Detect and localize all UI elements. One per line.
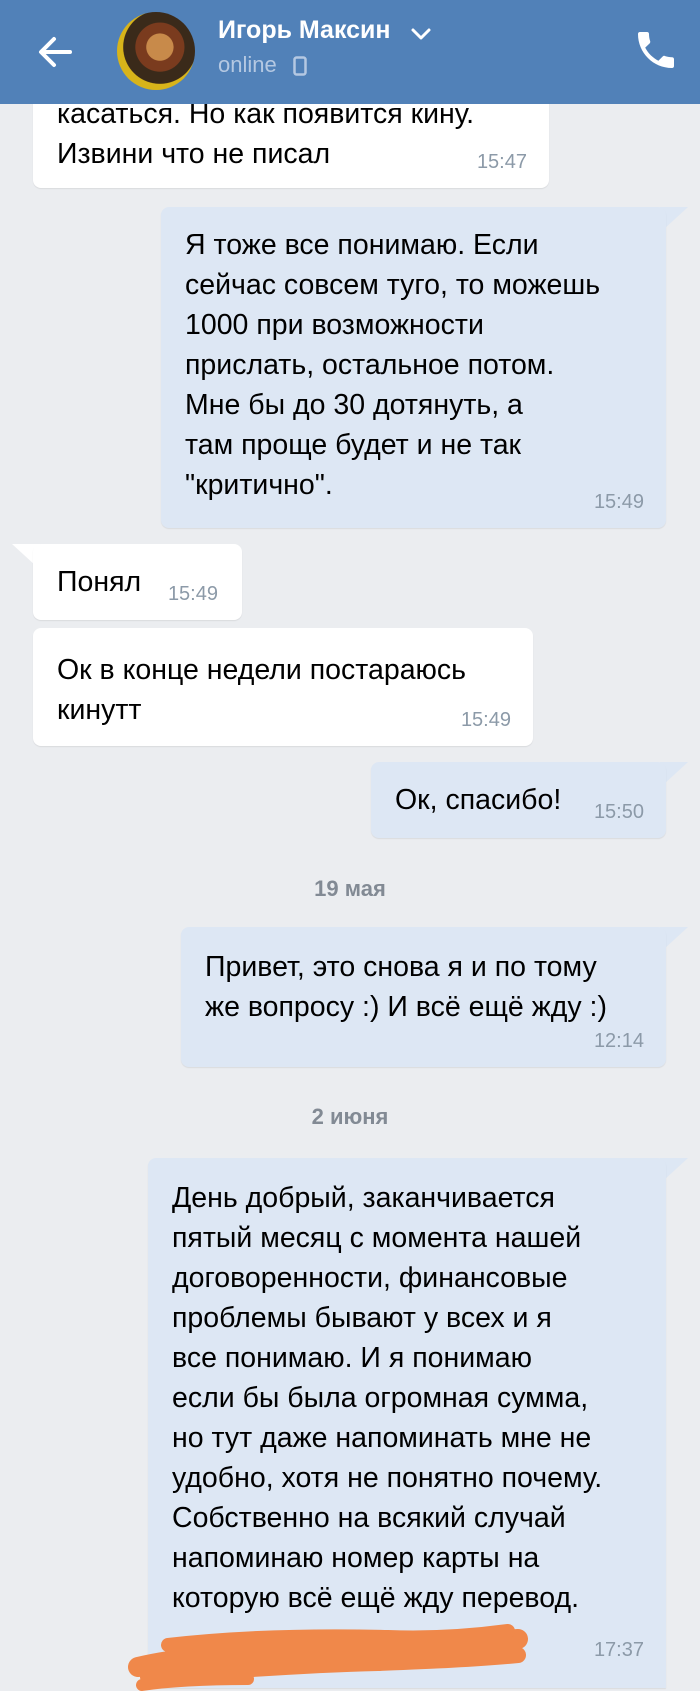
- arrow-left-icon: [39, 37, 72, 67]
- message-time: 15:49: [460, 709, 511, 731]
- message-time: 15:47: [476, 151, 527, 173]
- contact-name[interactable]: Игорь Максин: [218, 16, 391, 45]
- message-text: Я тоже все понимаю. Если сейчас совсем т…: [185, 229, 601, 501]
- chevron-down-icon[interactable]: [410, 26, 432, 42]
- message-text: Ок в конце недели постараюсь кинутт: [57, 654, 467, 726]
- phone-icon: [638, 32, 674, 68]
- message-bubble-incoming[interactable]: Ок в конце недели постараюсь кинутт 15:4…: [33, 628, 533, 746]
- mobile-device-icon: [293, 56, 307, 76]
- message-text: Привет, это снова я и по тому же вопросу…: [205, 951, 607, 1023]
- message-text: Понял: [57, 566, 142, 598]
- message-text: Ок, спасибо!: [395, 784, 562, 816]
- date-separator: 2 июня: [311, 1104, 389, 1129]
- message-time: 12:14: [593, 1030, 644, 1052]
- message-time: 15:49: [167, 583, 218, 605]
- message-time: 15:50: [593, 801, 644, 823]
- message-text: касаться. Но как появится кину. Извини ч…: [57, 98, 475, 170]
- redaction-scribble: [128, 1624, 528, 1691]
- message-time: 15:49: [593, 491, 644, 513]
- back-button[interactable]: [30, 26, 82, 78]
- message-text: День добрый, заканчивается пятый месяц с…: [172, 1182, 603, 1614]
- avatar[interactable]: [117, 12, 195, 90]
- date-separator: 19 мая: [314, 876, 386, 901]
- message-bubble-outgoing[interactable]: Привет, это снова я и по тому же вопросу…: [181, 927, 666, 1067]
- message-bubble-incoming[interactable]: Понял 15:49: [33, 544, 242, 620]
- message-time: 17:37: [593, 1639, 644, 1661]
- message-bubble-outgoing[interactable]: Я тоже все понимаю. Если сейчас совсем т…: [161, 207, 666, 528]
- call-button[interactable]: [632, 26, 680, 74]
- message-bubble-outgoing[interactable]: День добрый, заканчивается пятый месяц с…: [148, 1158, 666, 1688]
- message-bubble-outgoing[interactable]: Ок, спасибо! 15:50: [371, 762, 666, 838]
- chat-header: Игорь Максин online: [0, 0, 700, 104]
- online-status: online: [218, 52, 277, 77]
